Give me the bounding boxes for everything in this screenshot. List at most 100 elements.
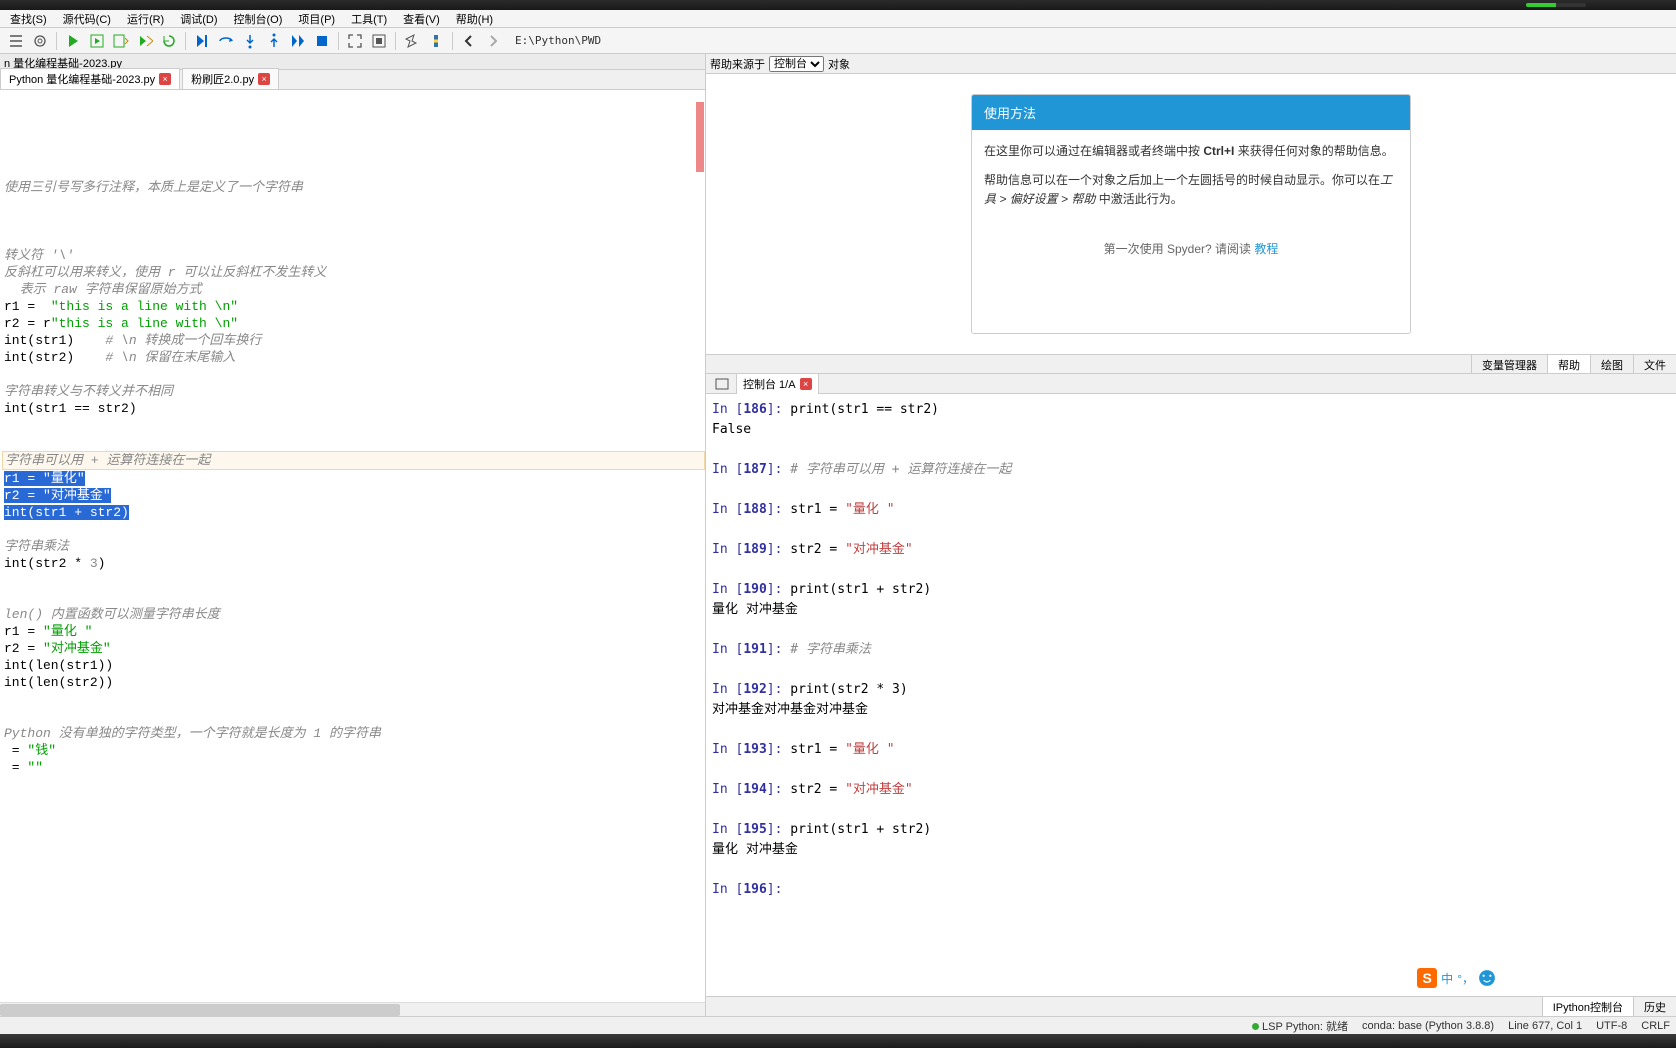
menu-item[interactable]: 源代码(C) bbox=[55, 11, 119, 27]
editor-tab[interactable]: Python 量化编程基础-2023.py× bbox=[0, 68, 180, 89]
status-conda[interactable]: conda: base (Python 3.8.8) bbox=[1362, 1020, 1494, 1032]
step-into-icon[interactable] bbox=[240, 31, 260, 51]
code-line[interactable]: r1 = "this is a line with \n" bbox=[2, 298, 705, 315]
tutorial-link[interactable]: 教程 bbox=[1254, 242, 1278, 256]
code-line[interactable] bbox=[2, 417, 705, 434]
menu-item[interactable]: 调试(D) bbox=[172, 11, 225, 27]
close-icon[interactable]: × bbox=[800, 378, 812, 390]
panel-tab[interactable]: 变量管理器 bbox=[1471, 355, 1547, 373]
forward-icon[interactable] bbox=[483, 31, 503, 51]
code-line[interactable]: 转义符 '\' bbox=[2, 247, 705, 264]
step-out-icon[interactable] bbox=[264, 31, 284, 51]
panel-tab[interactable]: 帮助 bbox=[1547, 355, 1590, 373]
code-line[interactable] bbox=[2, 434, 705, 451]
help-source-select[interactable]: 控制台 bbox=[769, 56, 824, 72]
code-line[interactable]: 表示 raw 字符串保留原始方式 bbox=[2, 281, 705, 298]
code-line[interactable] bbox=[2, 589, 705, 606]
console-line bbox=[712, 660, 1670, 680]
help-tabs: 变量管理器帮助绘图文件 bbox=[706, 354, 1676, 374]
code-line[interactable] bbox=[2, 94, 705, 111]
bottom-tab[interactable]: IPython控制台 bbox=[1542, 997, 1633, 1016]
code-line[interactable] bbox=[2, 111, 705, 128]
titlebar-progress bbox=[1526, 3, 1586, 7]
code-line[interactable]: r1 = "量化 " bbox=[2, 623, 705, 640]
help-card: 使用方法 在这里你可以通过在编辑器或者终端中按 Ctrl+I 来获得任何对象的帮… bbox=[971, 94, 1411, 334]
os-taskbar[interactable] bbox=[0, 1034, 1676, 1048]
code-line[interactable]: 字符串转义与不转义并不相同 bbox=[2, 383, 705, 400]
console-content[interactable]: In [186]: print(str1 == str2)False In [1… bbox=[706, 394, 1676, 996]
run-selection-icon[interactable] bbox=[135, 31, 155, 51]
menu-item[interactable]: 项目(P) bbox=[290, 11, 343, 27]
ime-indicator[interactable]: S 中 °， bbox=[1417, 968, 1496, 988]
code-line[interactable] bbox=[2, 708, 705, 725]
menu-item[interactable]: 控制台(O) bbox=[226, 11, 291, 27]
code-line[interactable] bbox=[2, 162, 705, 179]
code-line[interactable]: r2 = "对冲基金" bbox=[2, 487, 705, 504]
code-line[interactable] bbox=[2, 213, 705, 230]
fullscreen-icon[interactable] bbox=[369, 31, 389, 51]
code-line[interactable]: 反斜杠可以用来转义，使用 r 可以让反斜杠不发生转义 bbox=[2, 264, 705, 281]
console-line bbox=[712, 760, 1670, 780]
editor-content[interactable]: 使用三引号写多行注释，本质上是定义了一个字符串 转义符 '\'反斜杠可以用来转义… bbox=[0, 90, 705, 1002]
run-icon[interactable] bbox=[63, 31, 83, 51]
menu-item[interactable]: 帮助(H) bbox=[448, 11, 501, 27]
panel-tab[interactable]: 绘图 bbox=[1590, 355, 1633, 373]
code-line[interactable]: r2 = r"this is a line with \n" bbox=[2, 315, 705, 332]
code-line[interactable] bbox=[2, 366, 705, 383]
status-line[interactable]: Line 677, Col 1 bbox=[1508, 1020, 1582, 1032]
menu-item[interactable]: 查找(S) bbox=[2, 11, 55, 27]
debug-icon[interactable] bbox=[192, 31, 212, 51]
code-line[interactable]: r1 = "量化" bbox=[2, 470, 705, 487]
code-line[interactable] bbox=[2, 521, 705, 538]
maximize-icon[interactable] bbox=[345, 31, 365, 51]
step-over-icon[interactable] bbox=[216, 31, 236, 51]
code-line[interactable]: r2 = "对冲基金" bbox=[2, 640, 705, 657]
continue-icon[interactable] bbox=[288, 31, 308, 51]
back-icon[interactable] bbox=[459, 31, 479, 51]
code-line[interactable]: int(len(str2)) bbox=[2, 674, 705, 691]
run-cell-advance-icon[interactable] bbox=[111, 31, 131, 51]
pythonpath-icon[interactable] bbox=[426, 31, 446, 51]
code-line[interactable]: int(str1) # \n 转换成一个回车换行 bbox=[2, 332, 705, 349]
bottom-tab[interactable]: 历史 bbox=[1633, 997, 1676, 1016]
console-tab[interactable]: 控制台 1/A × bbox=[736, 373, 819, 395]
at-icon[interactable] bbox=[30, 31, 50, 51]
code-line[interactable] bbox=[2, 572, 705, 589]
console-line bbox=[712, 560, 1670, 580]
help-footer: 第一次使用 Spyder? 请阅读 教程 bbox=[972, 232, 1410, 265]
code-line[interactable]: int(str2) # \n 保留在末尾输入 bbox=[2, 349, 705, 366]
stop-debug-icon[interactable] bbox=[312, 31, 332, 51]
console-menu-icon[interactable] bbox=[712, 374, 732, 394]
menu-item[interactable]: 查看(V) bbox=[395, 11, 448, 27]
code-line[interactable] bbox=[2, 145, 705, 162]
preferences-icon[interactable] bbox=[402, 31, 422, 51]
panel-tab[interactable]: 文件 bbox=[1633, 355, 1676, 373]
code-line[interactable]: 字符串可以用 + 运算符连接在一起 bbox=[2, 451, 705, 470]
code-line[interactable]: Python 没有单独的字符类型，一个字符就是长度为 1 的字符串 bbox=[2, 725, 705, 742]
code-line[interactable]: int(len(str1)) bbox=[2, 657, 705, 674]
editor-scrollbar-h[interactable] bbox=[0, 1002, 705, 1016]
code-line[interactable]: int(str2 * 3) bbox=[2, 555, 705, 572]
console-line: 量化 对冲基金 bbox=[712, 600, 1670, 620]
code-line[interactable] bbox=[2, 230, 705, 247]
code-line[interactable]: len() 内置函数可以测量字符串长度 bbox=[2, 606, 705, 623]
code-line[interactable]: int(str1 == str2) bbox=[2, 400, 705, 417]
outline-icon[interactable] bbox=[6, 31, 26, 51]
editor-tab[interactable]: 粉刷匠2.0.py× bbox=[182, 68, 279, 89]
console-line: In [193]: str1 = "量化 " bbox=[712, 740, 1670, 760]
close-icon[interactable]: × bbox=[159, 73, 171, 85]
menu-item[interactable]: 运行(R) bbox=[119, 11, 172, 27]
code-line[interactable]: int(str1 + str2) bbox=[2, 504, 705, 521]
menu-item[interactable]: 工具(T) bbox=[343, 11, 395, 27]
code-line[interactable]: 使用三引号写多行注释，本质上是定义了一个字符串 bbox=[2, 179, 705, 196]
code-line[interactable] bbox=[2, 691, 705, 708]
code-line[interactable] bbox=[2, 128, 705, 145]
run-cell-icon[interactable] bbox=[87, 31, 107, 51]
code-line[interactable] bbox=[2, 196, 705, 213]
rerun-icon[interactable] bbox=[159, 31, 179, 51]
close-icon[interactable]: × bbox=[258, 73, 270, 85]
code-line[interactable]: 字符串乘法 bbox=[2, 538, 705, 555]
code-line[interactable]: = "钱" bbox=[2, 742, 705, 759]
code-line[interactable]: = "" bbox=[2, 759, 705, 776]
console-line: In [188]: str1 = "量化 " bbox=[712, 500, 1670, 520]
